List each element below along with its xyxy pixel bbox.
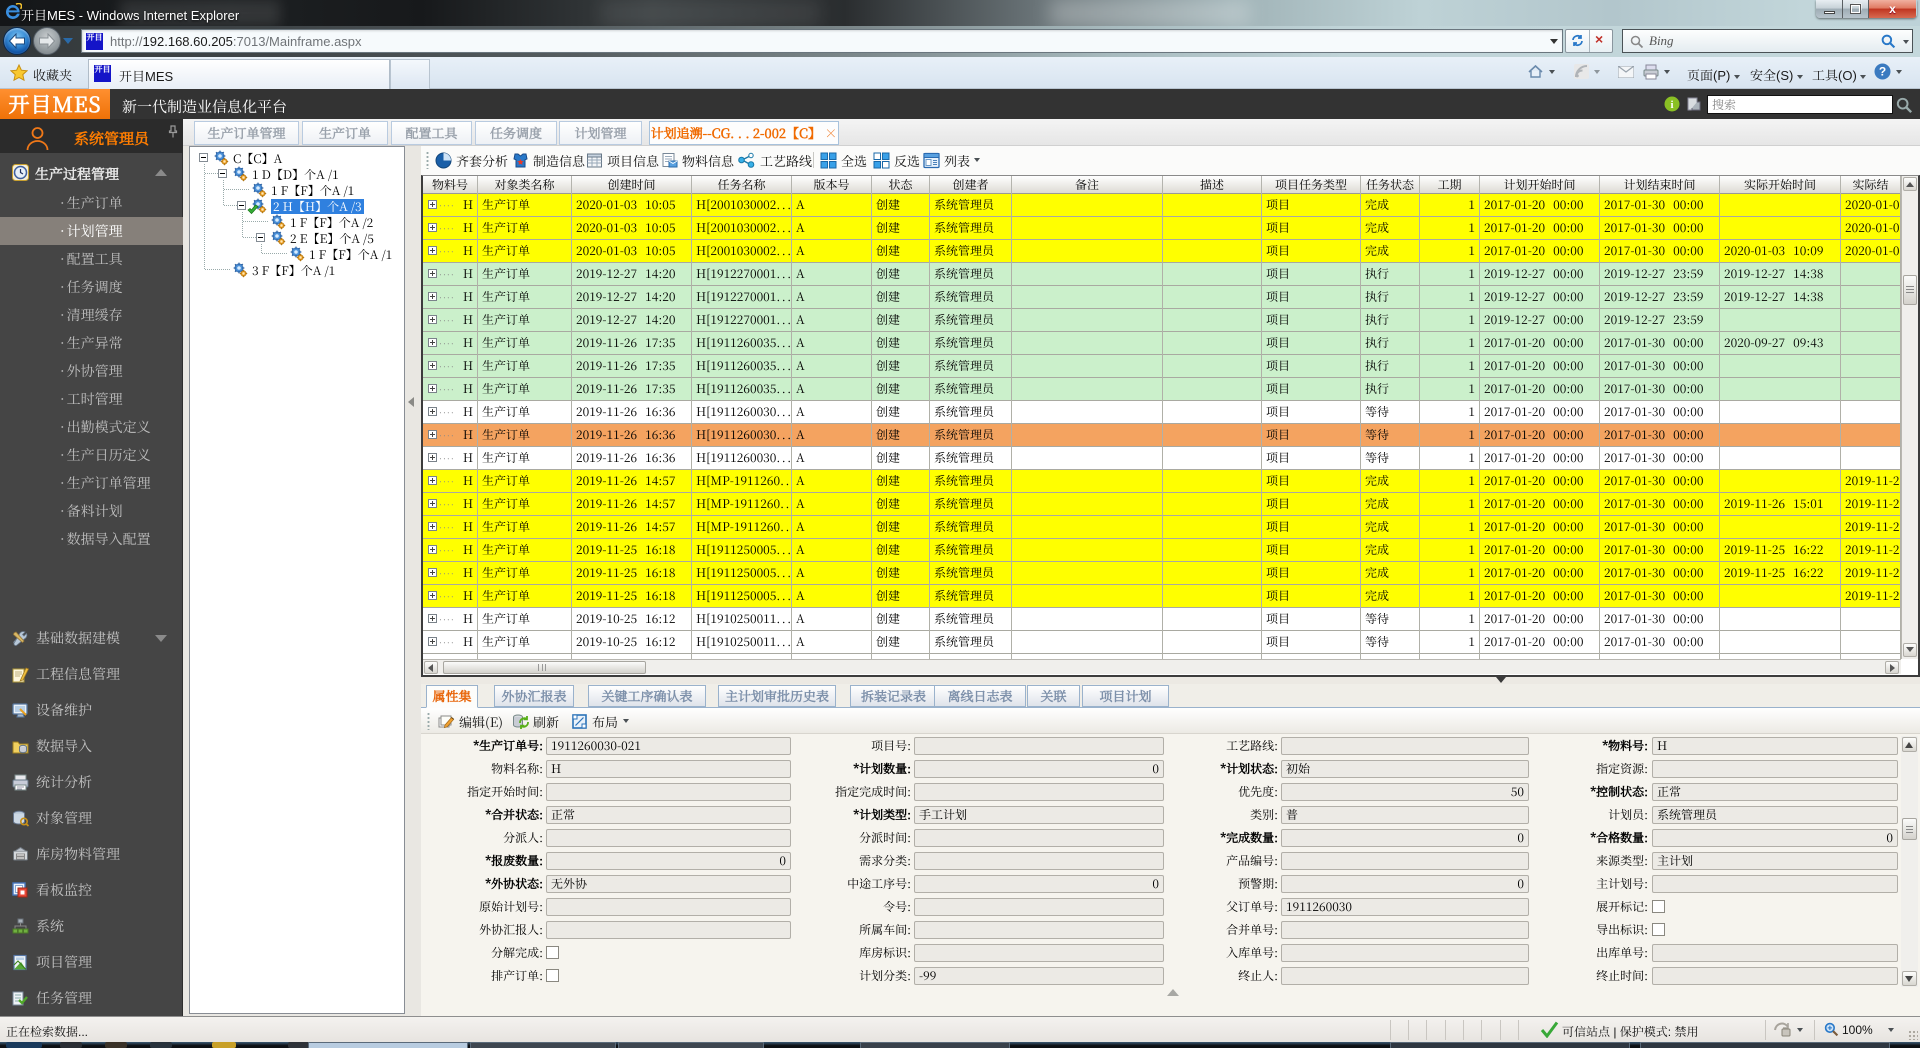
svg-text:i: i: [1670, 99, 1673, 111]
svg-text:?: ?: [1879, 65, 1886, 79]
